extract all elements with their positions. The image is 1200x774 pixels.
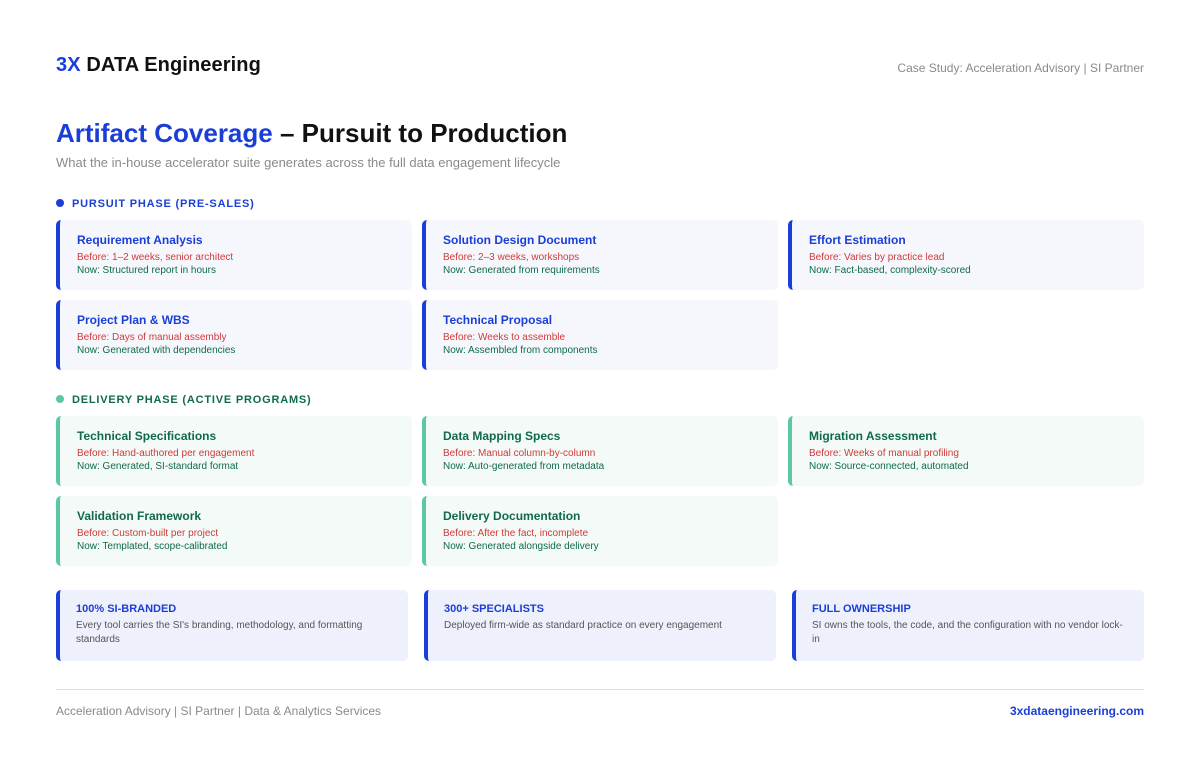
artifact-card: Validation Framework Before: Custom-buil… [56,496,412,566]
card-before: Before: 2–3 weeks, workshops [443,252,580,263]
card-title: Solution Design Document [443,233,597,247]
pursuit-phase-label: PURSUIT PHASE (PRE-SALES) [56,198,255,210]
footer-divider [56,689,1144,690]
stat-card-specialists: 300+ SPECIALISTS Deployed firm-wide as s… [424,590,776,661]
card-now: Now: Generated, SI-standard format [77,461,239,472]
card-now: Now: Auto-generated from metadata [443,461,605,472]
card-title: Requirement Analysis [77,233,203,247]
artifact-card: Technical Specifications Before: Hand-au… [56,416,412,486]
card-before: Before: Varies by practice lead [809,252,945,263]
card-now: Now: Fact-based, complexity-scored [809,265,971,276]
pursuit-phase-text: PURSUIT PHASE (PRE-SALES) [72,198,255,210]
card-now: Now: Generated alongside delivery [443,541,599,552]
card-before: Before: Weeks of manual profiling [809,448,959,459]
footer-tagline: Acceleration Advisory | SI Partner | Dat… [56,704,382,718]
stat-description: Every tool carries the SI's branding, me… [76,620,363,645]
card-before: Before: After the fact, incomplete [443,528,589,539]
card-title: Technical Specifications [77,429,217,443]
case-study-label: Case Study: Acceleration Advisory | SI P… [897,61,1144,75]
card-title: Project Plan & WBS [77,313,190,327]
delivery-phase-label: DELIVERY PHASE (ACTIVE PROGRAMS) [56,394,312,406]
artifact-card: Migration Assessment Before: Weeks of ma… [788,416,1144,486]
logo-text: DATA Engineering [86,54,261,76]
card-now: Now: Assembled from components [443,345,598,356]
artifact-card: Delivery Documentation Before: After the… [422,496,778,566]
stat-title: 300+ SPECIALISTS [444,603,544,615]
card-title: Validation Framework [77,509,202,523]
card-title: Technical Proposal [443,313,553,327]
footer-website-link[interactable]: 3xdataengineering.com [1010,704,1144,718]
logo: 3X DATA Engineering [56,54,261,77]
card-before: Before: Weeks to assemble [443,332,566,343]
card-before: Before: Hand-authored per engagement [77,448,255,459]
card-before: Before: Custom-built per project [77,528,219,539]
stat-card-branding: 100% SI-BRANDED Every tool carries the S… [56,590,408,661]
stat-title: 100% SI-BRANDED [76,603,177,615]
pursuit-dot-icon [56,199,64,207]
artifact-card: Technical Proposal Before: Weeks to asse… [422,300,778,370]
card-title: Delivery Documentation [443,509,581,523]
logo-accent: 3X [56,54,81,76]
page-title-rest: – Pursuit to Production [272,118,568,148]
card-now: Now: Generated from requirements [443,265,600,276]
card-title: Data Mapping Specs [443,429,561,443]
card-now: Now: Templated, scope-calibrated [77,541,228,552]
artifact-card: Requirement Analysis Before: 1–2 weeks, … [56,220,412,290]
stat-description: Deployed firm-wide as standard practice … [444,620,722,631]
page-title: Artifact Coverage – Pursuit to Productio… [56,118,567,149]
card-now: Now: Structured report in hours [77,265,216,276]
page-title-accent: Artifact Coverage [56,118,273,148]
card-title: Effort Estimation [809,233,906,247]
header: 3X DATA Engineering Case Study: Accelera… [56,54,1144,82]
stat-title: FULL OWNERSHIP [812,603,911,615]
artifact-card: Solution Design Document Before: 2–3 wee… [422,220,778,290]
card-before: Before: 1–2 weeks, senior architect [77,252,234,263]
page: 3X DATA Engineering Case Study: Accelera… [56,0,1144,774]
card-before: Before: Manual column-by-column [443,448,596,459]
stat-card-ownership: FULL OWNERSHIP SI owns the tools, the co… [792,590,1144,661]
card-before: Before: Days of manual assembly [77,332,227,343]
page-subtitle: What the in-house accelerator suite gene… [56,155,561,170]
card-now: Now: Source-connected, automated [809,461,969,472]
stat-description: SI owns the tools, the code, and the con… [812,620,1123,645]
artifact-card: Data Mapping Specs Before: Manual column… [422,416,778,486]
artifact-card: Effort Estimation Before: Varies by prac… [788,220,1144,290]
artifact-card: Project Plan & WBS Before: Days of manua… [56,300,412,370]
delivery-phase-text: DELIVERY PHASE (ACTIVE PROGRAMS) [72,394,312,406]
delivery-dot-icon [56,395,64,403]
card-title: Migration Assessment [809,429,937,443]
card-now: Now: Generated with dependencies [77,345,236,356]
